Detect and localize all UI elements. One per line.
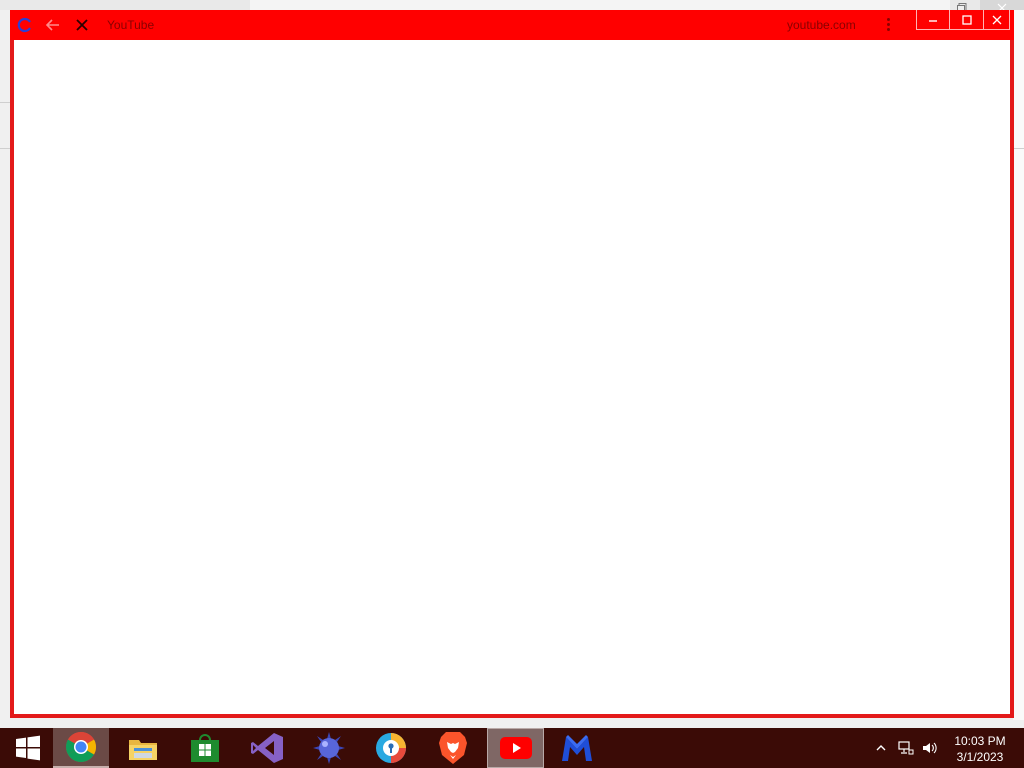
windows-logo-icon <box>16 735 40 761</box>
background-divider <box>0 148 10 149</box>
youtube-icon <box>499 737 532 759</box>
taskbar-malwarebytes[interactable] <box>549 728 605 768</box>
clock-date: 3/1/2023 <box>956 750 1004 764</box>
brave-lion-icon <box>439 732 467 764</box>
show-hidden-icons-chevron[interactable] <box>872 728 890 768</box>
background-app-edge <box>1013 10 1024 720</box>
maximize-button[interactable] <box>950 10 984 30</box>
taskbar-visual-studio[interactable] <box>239 728 295 768</box>
minimize-icon <box>929 19 937 22</box>
minimize-button[interactable] <box>916 10 950 30</box>
taskbar-youtube[interactable] <box>487 728 544 768</box>
network-icon[interactable] <box>896 728 916 768</box>
chrome-icon <box>65 731 97 763</box>
store-icon <box>191 734 219 762</box>
background-app-tab <box>250 0 950 10</box>
visual-studio-icon <box>251 733 283 763</box>
taskbar-clock[interactable]: 10:03 PM 3/1/2023 <box>944 733 1016 765</box>
taskbar-file-explorer[interactable] <box>115 728 171 768</box>
more-options-icon[interactable] <box>885 18 891 32</box>
folder-icon <box>129 740 157 760</box>
youtube-app-window: YouTube youtube.com <box>10 10 1014 718</box>
reload-icon[interactable] <box>16 16 34 34</box>
url-label[interactable]: youtube.com <box>787 18 856 32</box>
browser-icon <box>376 733 406 763</box>
window-titlebar: YouTube youtube.com <box>10 10 1014 40</box>
close-button[interactable] <box>984 10 1010 30</box>
back-arrow-icon[interactable] <box>44 16 62 34</box>
taskbar: 10:03 PM 3/1/2023 <box>0 728 1024 768</box>
clock-time: 10:03 PM <box>954 734 1006 748</box>
close-icon <box>992 15 1001 24</box>
maximize-icon <box>961 14 972 25</box>
taskbar-brave[interactable] <box>425 728 481 768</box>
taskbar-ball-app[interactable] <box>301 728 357 768</box>
background-divider <box>0 102 10 103</box>
taskbar-chrome[interactable] <box>53 728 109 768</box>
start-button[interactable] <box>0 728 56 768</box>
spiked-ball-icon <box>313 732 345 764</box>
taskbar-browser[interactable] <box>363 728 419 768</box>
malwarebytes-icon <box>562 735 592 761</box>
taskbar-store[interactable] <box>177 728 233 768</box>
volume-icon[interactable] <box>920 728 940 768</box>
close-tab-icon[interactable] <box>73 16 91 34</box>
page-content-area[interactable] <box>14 40 1010 714</box>
window-title: YouTube <box>107 18 155 32</box>
